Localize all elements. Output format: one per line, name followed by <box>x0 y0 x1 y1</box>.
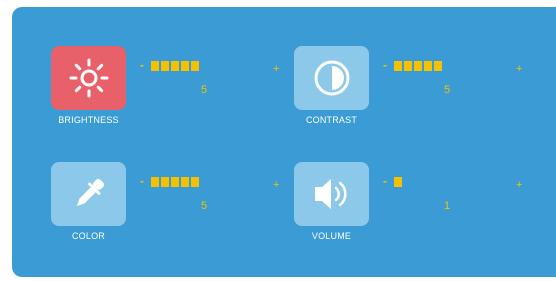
contrast-icon <box>312 58 352 98</box>
level-bar <box>394 177 402 187</box>
contrast-decrease-button[interactable]: - <box>383 59 387 71</box>
level-bar <box>161 61 169 71</box>
level-bar <box>181 61 189 71</box>
color-value: 5 <box>201 200 208 212</box>
brightness-decrease-button[interactable]: - <box>140 59 144 71</box>
brightness-control: BRIGHTNESS - 5 + <box>51 46 281 136</box>
volume-tile[interactable] <box>294 162 369 226</box>
level-bar <box>151 61 159 71</box>
level-bar <box>414 61 422 71</box>
brightness-level-bars <box>151 61 199 71</box>
contrast-tile[interactable] <box>294 46 369 110</box>
color-level-bars <box>151 177 199 187</box>
sun-icon <box>67 56 111 100</box>
color-tile[interactable] <box>51 162 126 226</box>
level-bar <box>424 61 432 71</box>
volume-label: VOLUME <box>311 231 352 241</box>
contrast-control: CONTRAST - 5 + <box>294 46 524 136</box>
level-bar <box>191 61 199 71</box>
volume-control: VOLUME - 1 + <box>294 162 524 252</box>
color-label: COLOR <box>71 231 105 241</box>
level-bar <box>191 177 199 187</box>
volume-value: 1 <box>444 200 451 212</box>
level-bar <box>394 61 402 71</box>
level-bar <box>181 177 189 187</box>
volume-increase-button[interactable]: + <box>516 179 522 191</box>
level-bar <box>434 61 442 71</box>
color-decrease-button[interactable]: - <box>140 175 144 187</box>
brightness-label: BRIGHTNESS <box>58 115 119 125</box>
brightness-tile[interactable] <box>51 46 126 110</box>
volume-level-bars <box>394 177 402 187</box>
level-bar <box>404 61 412 71</box>
brightness-increase-button[interactable]: + <box>273 63 279 75</box>
contrast-level-bars <box>394 61 442 71</box>
level-bar <box>151 177 159 187</box>
eyedropper-icon <box>69 174 109 214</box>
contrast-increase-button[interactable]: + <box>516 63 522 75</box>
level-bar <box>171 177 179 187</box>
color-control: COLOR - 5 + <box>51 162 281 252</box>
speaker-icon <box>310 174 354 214</box>
brightness-value: 5 <box>201 84 208 96</box>
color-increase-button[interactable]: + <box>273 179 279 191</box>
settings-panel: BRIGHTNESS - 5 + CONTRAST - 5 + COLOR - … <box>12 7 556 277</box>
volume-decrease-button[interactable]: - <box>383 175 387 187</box>
level-bar <box>171 61 179 71</box>
contrast-value: 5 <box>444 84 451 96</box>
contrast-label: CONTRAST <box>305 115 358 125</box>
level-bar <box>161 177 169 187</box>
